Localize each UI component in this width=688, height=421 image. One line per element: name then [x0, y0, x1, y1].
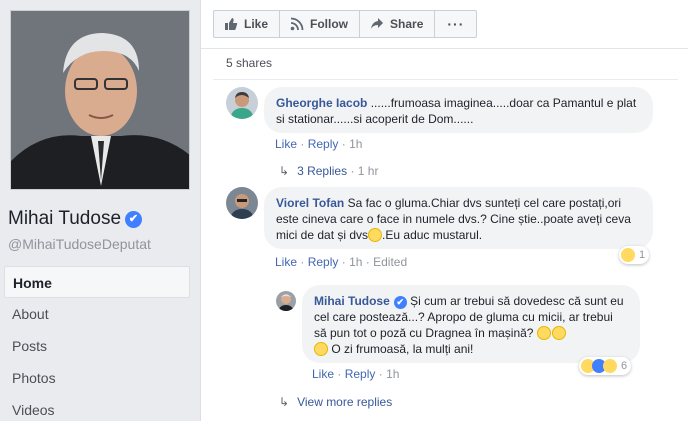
nav-item-videos[interactable]: Videos — [4, 394, 190, 421]
laugh-emoji-icon — [536, 326, 551, 340]
edited-label[interactable]: Edited — [373, 255, 407, 269]
comment-like-link[interactable]: Like — [275, 255, 297, 269]
page-action-bar: Like Follow Share ··· — [213, 10, 478, 38]
profile-sidebar: Mihai Tudose ✔ @MihaiTudoseDeputat Home A… — [0, 0, 200, 421]
reply-meta: Like · Reply · 1h — [312, 367, 400, 381]
comment-meta: Like · Reply · 1h · Edited — [275, 255, 408, 269]
view-more-replies-link[interactable]: ↳ View more replies — [279, 395, 392, 409]
comment-like-link[interactable]: Like — [275, 137, 297, 151]
avatar[interactable] — [226, 187, 258, 219]
nav-item-about[interactable]: About — [4, 298, 190, 330]
avatar[interactable] — [226, 87, 258, 119]
comment-time[interactable]: 1h — [349, 255, 362, 269]
comment-author[interactable]: Viorel Tofan — [276, 196, 344, 210]
more-options-button[interactable]: ··· — [434, 10, 478, 38]
post-comments-area: Like Follow Share ··· 5 shares Gheorghe … — [201, 0, 688, 421]
reply-like-link[interactable]: Like — [312, 367, 334, 381]
laugh-emoji-icon — [621, 248, 635, 262]
nav-item-home[interactable]: Home — [4, 266, 190, 298]
laugh-emoji-icon — [314, 342, 328, 356]
page-nav: Home About Posts Photos Videos — [4, 266, 190, 421]
reaction-count-badge[interactable]: 6 — [579, 357, 632, 375]
follow-button[interactable]: Follow — [279, 10, 361, 38]
reply-author[interactable]: Mihai Tudose — [314, 294, 390, 308]
follow-rss-icon — [290, 17, 304, 31]
reply-arrow-icon: ↳ — [279, 164, 290, 178]
laugh-emoji-icon — [368, 228, 383, 242]
comment-bubble: Viorel Tofan Sa fac o gluma.Chiar dvs su… — [264, 187, 653, 249]
avatar[interactable] — [276, 291, 296, 311]
profile-picture[interactable] — [10, 10, 190, 190]
like-thumb-icon — [225, 18, 238, 30]
verified-badge-icon: ✔ — [393, 296, 407, 309]
actions-divider — [201, 48, 688, 49]
reply-arrow-icon: ↳ — [279, 395, 290, 409]
share-button[interactable]: Share — [359, 10, 436, 38]
profile-handle[interactable]: @MihaiTudoseDeputat — [8, 236, 151, 252]
nav-item-photos[interactable]: Photos — [4, 362, 190, 394]
more-dots-icon: ··· — [447, 16, 465, 32]
comment-author[interactable]: Gheorghe Iacob — [276, 96, 367, 110]
reaction-count-badge[interactable]: 1 — [619, 246, 650, 264]
comment-bubble: Gheorghe Iacob ......frumoasa imaginea..… — [264, 87, 653, 133]
comment-meta: Like · Reply · 1h — [275, 137, 363, 151]
comment-text-end: .Eu aduc mustarul. — [382, 228, 483, 242]
reply-time[interactable]: 1h — [386, 367, 399, 381]
shares-divider — [213, 79, 678, 80]
view-replies-link[interactable]: ↳ 3 Replies · 1 hr — [279, 164, 378, 178]
wow-emoji-icon — [603, 359, 617, 373]
comment-reply-link[interactable]: Reply — [308, 137, 339, 151]
reply-bubble: Mihai Tudose ✔ Și cum ar trebui să dovede… — [302, 285, 640, 363]
replies-time: 1 hr — [357, 164, 379, 178]
laugh-emoji-icon — [551, 326, 566, 340]
nav-item-posts[interactable]: Posts — [4, 330, 190, 362]
reply-text-end: O zi frumoasă, la mulți ani! — [328, 342, 474, 356]
like-button[interactable]: Like — [213, 10, 281, 38]
verified-badge-icon: ✔ — [125, 211, 143, 228]
comment-reply-link[interactable]: Reply — [308, 255, 339, 269]
reply-reply-link[interactable]: Reply — [345, 367, 376, 381]
comment-time[interactable]: 1h — [349, 137, 362, 151]
page-title[interactable]: Mihai Tudose ✔ — [8, 208, 143, 230]
shares-count[interactable]: 5 shares — [226, 56, 272, 70]
share-arrow-icon — [371, 18, 384, 29]
